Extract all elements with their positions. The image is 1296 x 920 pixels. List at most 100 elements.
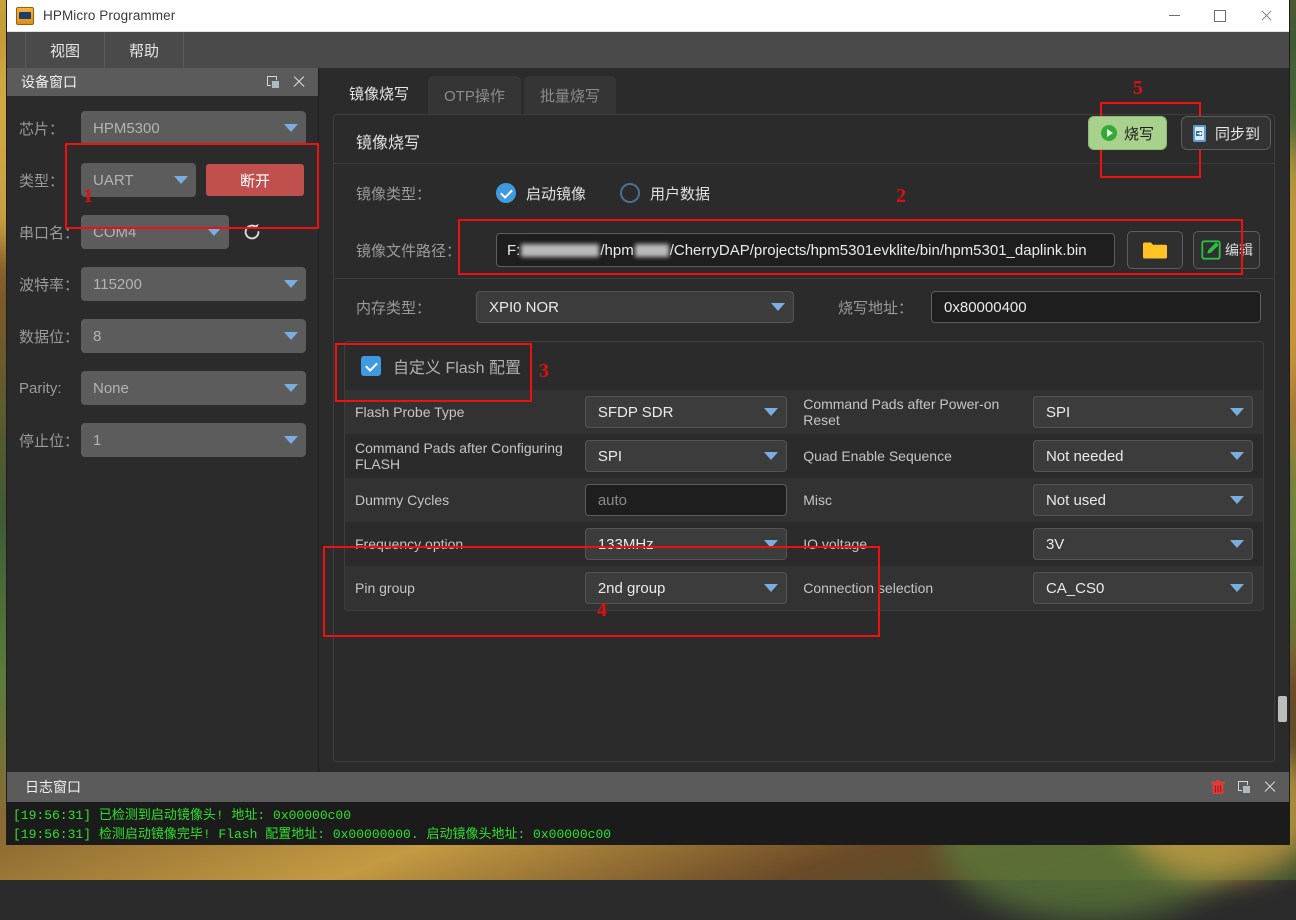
annotation-number-3: 3 xyxy=(539,360,549,383)
type-value: UART xyxy=(93,172,168,189)
menu-item-help[interactable]: 帮助 xyxy=(105,32,184,68)
tab-otp[interactable]: OTP操作 xyxy=(428,76,521,114)
menu-item-view[interactable]: 视图 xyxy=(25,32,105,68)
table-row: Command Pads after Configuring FLASH SPI… xyxy=(345,434,1263,478)
custom-flash-config-checkbox[interactable]: 自定义 Flash 配置 xyxy=(345,342,1263,390)
device-panel-header: 设备窗口 xyxy=(7,68,318,96)
connection-selection-value: CA_CS0 xyxy=(1046,580,1224,597)
chevron-down-icon xyxy=(1230,496,1244,504)
cmd-pads-power-on-reset-select[interactable]: SPI xyxy=(1033,396,1253,428)
annotation-number-4: 4 xyxy=(597,599,607,622)
chevron-down-icon xyxy=(764,452,778,460)
pin-group-select[interactable]: 2nd group xyxy=(585,572,787,604)
cmd-pads-configuring-flash-value: SPI xyxy=(598,448,758,465)
parity-label: Parity: xyxy=(19,380,81,397)
flash-address-label: 烧写地址： xyxy=(838,297,913,318)
device-panel-float-button[interactable] xyxy=(260,69,286,95)
play-icon xyxy=(1101,125,1117,141)
connection-selection-select[interactable]: CA_CS0 xyxy=(1033,572,1253,604)
sync-to-button[interactable]: 同步到 xyxy=(1181,116,1271,150)
trash-icon xyxy=(1211,780,1225,795)
field-row-baud: 波特率： 115200 xyxy=(19,266,306,302)
field-row-chip: 芯片： HPM5300 xyxy=(19,110,306,146)
minimize-icon xyxy=(1169,15,1180,16)
memory-type-label: 内存类型： xyxy=(356,297,476,318)
radio-boot-image[interactable]: 启动镜像 xyxy=(496,183,586,204)
window-title: HPMicro Programmer xyxy=(43,8,175,23)
radio-unselected-icon xyxy=(620,183,640,203)
scrollbar-thumb[interactable] xyxy=(1278,696,1287,722)
table-row: Flash Probe Type SFDP SDR Command Pads a… xyxy=(345,390,1263,434)
flash-probe-type-select[interactable]: SFDP SDR xyxy=(585,396,787,428)
chevron-down-icon xyxy=(764,408,778,416)
quad-enable-sequence-value: Not needed xyxy=(1046,448,1224,465)
radio-user-data[interactable]: 用户数据 xyxy=(620,183,710,204)
io-voltage-select[interactable]: 3V xyxy=(1033,528,1253,560)
dummy-cycles-input[interactable]: auto xyxy=(585,484,787,516)
stopbits-select[interactable]: 1 xyxy=(81,423,306,457)
tab-image-burn[interactable]: 镜像烧写 xyxy=(333,74,425,114)
baud-select[interactable]: 115200 xyxy=(81,267,306,301)
io-voltage-value: 3V xyxy=(1046,536,1224,553)
type-select[interactable]: UART xyxy=(81,163,196,197)
close-button[interactable] xyxy=(1243,0,1289,31)
file-path-suffix: /CherryDAP/projects/hpm5301evklite/bin/h… xyxy=(670,242,1087,259)
baud-label: 波特率： xyxy=(19,274,81,295)
log-panel-close-button[interactable] xyxy=(1257,774,1283,800)
main-content: 镜像烧写 OTP操作 批量烧写 烧写 同步到 xyxy=(319,68,1289,772)
burn-button[interactable]: 烧写 xyxy=(1088,116,1167,150)
log-output[interactable]: [19:56:31] 已检测到启动镜像头! 地址: 0x00000c00 [19… xyxy=(7,802,1289,844)
maximize-button[interactable] xyxy=(1197,0,1243,31)
image-type-section: 镜像类型： 启动镜像 用户数据 镜像文件路径： F:/h xyxy=(334,163,1274,278)
minimize-button[interactable] xyxy=(1151,0,1197,31)
pin-group-value: 2nd group xyxy=(598,580,758,597)
annotation-number-2: 2 xyxy=(896,185,906,208)
log-panel-float-button[interactable] xyxy=(1231,774,1257,800)
quad-enable-sequence-label: Quad Enable Sequence xyxy=(795,434,1025,478)
device-form: 芯片： HPM5300 类型： UART 断开 串口名： xyxy=(7,96,318,772)
action-buttons: 烧写 同步到 xyxy=(1088,116,1271,150)
tab-batch-burn[interactable]: 批量烧写 xyxy=(524,76,616,114)
port-select[interactable]: COM4 xyxy=(81,215,229,249)
frequency-option-select[interactable]: 133MHz xyxy=(585,528,787,560)
databits-value: 8 xyxy=(93,328,278,345)
memory-type-select[interactable]: XPI0 NOR xyxy=(476,291,794,323)
folder-icon xyxy=(1142,240,1168,260)
annotation-number-5: 5 xyxy=(1133,77,1143,100)
checkbox-checked-icon xyxy=(361,356,381,376)
file-path-input[interactable]: F:/hpm/CherryDAP/projects/hpm5301evklite… xyxy=(496,233,1115,267)
disconnect-button[interactable]: 断开 xyxy=(206,164,304,196)
clear-log-button[interactable] xyxy=(1205,774,1231,800)
chip-label: 芯片： xyxy=(19,118,81,139)
memory-type-value: XPI0 NOR xyxy=(489,299,765,316)
radio-boot-image-label: 启动镜像 xyxy=(526,183,586,204)
parity-select[interactable]: None xyxy=(81,371,306,405)
baud-value: 115200 xyxy=(93,276,278,293)
close-icon xyxy=(293,76,305,88)
custom-flash-config-label: 自定义 Flash 配置 xyxy=(393,354,521,378)
chevron-down-icon xyxy=(764,584,778,592)
databits-select[interactable]: 8 xyxy=(81,319,306,353)
device-panel-close-button[interactable] xyxy=(286,69,312,95)
browse-file-button[interactable] xyxy=(1127,231,1183,269)
file-path-prefix: F: xyxy=(507,242,520,259)
flash-address-input[interactable]: 0x80000400 xyxy=(931,291,1261,323)
chevron-down-icon xyxy=(284,124,298,132)
chevron-down-icon xyxy=(284,332,298,340)
edit-file-button[interactable]: 编辑 xyxy=(1193,231,1260,269)
quad-enable-sequence-select[interactable]: Not needed xyxy=(1033,440,1253,472)
misc-select[interactable]: Not used xyxy=(1033,484,1253,516)
chip-select[interactable]: HPM5300 xyxy=(81,111,306,145)
main-vertical-scrollbar[interactable] xyxy=(1278,68,1287,772)
chevron-down-icon xyxy=(207,228,221,236)
memory-section: 内存类型： XPI0 NOR 烧写地址： 0x80000400 xyxy=(334,278,1274,335)
chevron-down-icon xyxy=(1230,540,1244,548)
cmd-pads-configuring-flash-select[interactable]: SPI xyxy=(585,440,787,472)
flash-probe-type-label: Flash Probe Type xyxy=(345,390,577,434)
flash-address-value: 0x80000400 xyxy=(944,299,1027,316)
field-row-port: 串口名： COM4 xyxy=(19,214,306,250)
app-icon xyxy=(16,7,34,25)
refresh-ports-button[interactable] xyxy=(239,219,265,245)
sync-to-button-label: 同步到 xyxy=(1215,123,1260,144)
edit-icon xyxy=(1200,239,1222,261)
